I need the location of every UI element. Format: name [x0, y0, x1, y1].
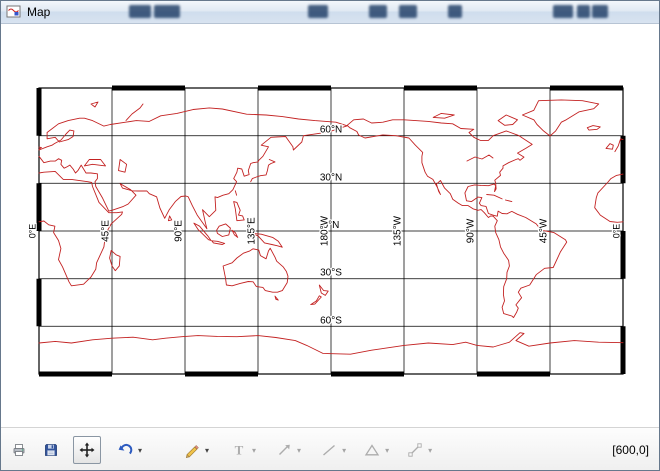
text-tool-icon: T: [235, 443, 244, 458]
glass-reflection: [577, 5, 590, 18]
lon-label: 45°W: [539, 218, 550, 243]
arrow-annotation-icon: [279, 444, 290, 455]
printer-icon: [13, 444, 25, 456]
close-button[interactable]: [626, 3, 656, 18]
glass-reflection: [448, 5, 462, 18]
undo-button[interactable]: [113, 438, 137, 462]
polyline-dropdown[interactable]: ▾: [428, 446, 432, 455]
line-dropdown[interactable]: ▾: [342, 446, 346, 455]
undo-dropdown[interactable]: ▾: [138, 446, 142, 455]
map-canvas[interactable]: 60°N 30°N 0°N 30°S 60°S 45°E 90°E 135°E …: [1, 24, 659, 427]
polyline-button[interactable]: [403, 438, 427, 462]
arrow-dropdown[interactable]: ▾: [297, 446, 301, 455]
lat-label: 60°S: [320, 315, 342, 326]
lat-label: 60°N: [320, 125, 342, 136]
floppy-disk-icon: [45, 444, 57, 456]
glass-reflection: [369, 5, 387, 18]
line-button[interactable]: [317, 438, 341, 462]
print-button[interactable]: [7, 438, 31, 462]
glass-reflection: [154, 5, 180, 18]
arrow-button[interactable]: [272, 438, 296, 462]
lon-label: 45°E: [101, 220, 112, 242]
titlebar[interactable]: Map: [1, 1, 659, 24]
glass-reflection: [592, 5, 608, 18]
map-labels: 60°N 30°N 0°N 30°S 60°S 45°E 90°E 135°E …: [26, 123, 623, 327]
polyline-tool-icon: [408, 443, 422, 457]
edge-lon-label: 0°E: [28, 224, 38, 239]
polygon-dropdown[interactable]: ▾: [385, 446, 389, 455]
polygon-button[interactable]: [360, 438, 384, 462]
svg-text:T: T: [235, 443, 244, 458]
map-window: Map 60°N 30°N 0°N 30°S 60°S 45°E 90°E 13…: [0, 0, 660, 471]
bottom-toolbar: ▾ ▾ T ▾ ▾ ▾ ▾ ▾ [600,0]: [1, 427, 659, 470]
glass-reflection: [129, 5, 151, 18]
lat-label: 30°N: [320, 172, 342, 183]
lon-label: 135°E: [247, 217, 258, 245]
glass-reflection: [553, 5, 573, 18]
pan-button[interactable]: [73, 436, 101, 464]
lon-label: 90°E: [174, 220, 185, 242]
glass-reflection: [308, 5, 328, 18]
window-icon: [6, 4, 22, 20]
undo-arrow-icon: [118, 443, 133, 455]
window-title: Map: [27, 5, 51, 19]
pencil-icon: [185, 445, 199, 458]
pan-arrows-icon: [79, 442, 95, 458]
lon-label: 135°W: [393, 215, 404, 246]
lat-label: 30°S: [320, 268, 342, 279]
edge-lon-label: 0°E: [612, 224, 622, 239]
draw-button[interactable]: [180, 438, 204, 462]
text-dropdown[interactable]: ▾: [252, 446, 256, 455]
line-tool-icon: [323, 444, 336, 456]
triangle-shape-icon: [364, 444, 380, 456]
glass-reflection: [399, 5, 417, 18]
coordinate-readout: [600,0]: [612, 443, 649, 457]
save-button[interactable]: [39, 438, 63, 462]
lon-label: 180°W: [320, 215, 331, 246]
text-button[interactable]: T: [227, 438, 251, 462]
lon-label: 90°W: [466, 218, 477, 243]
draw-dropdown[interactable]: ▾: [205, 446, 209, 455]
